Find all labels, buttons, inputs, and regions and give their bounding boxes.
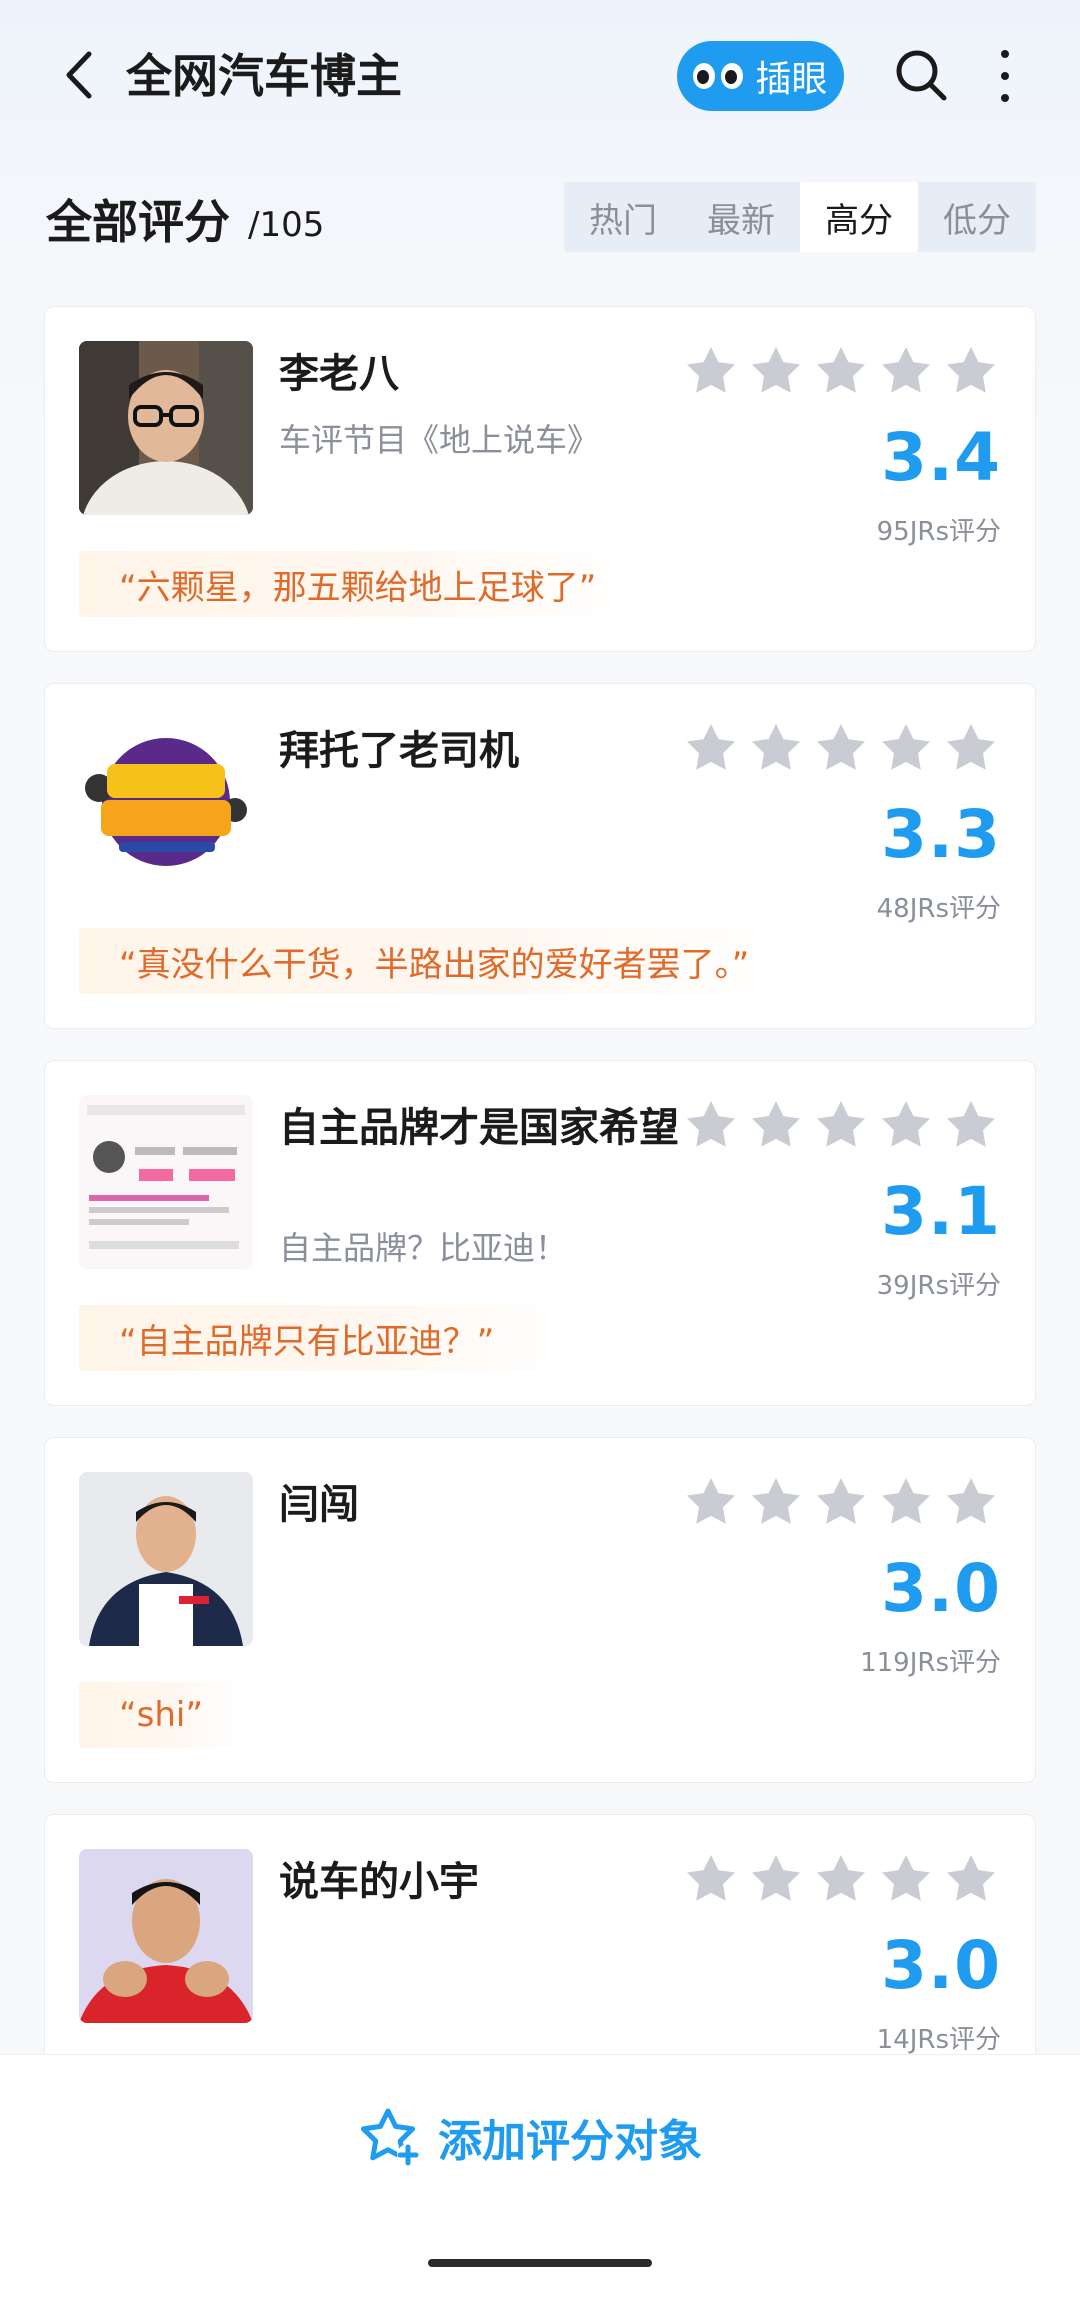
score: 3.4 bbox=[881, 419, 1001, 496]
star-icon bbox=[817, 1101, 865, 1147]
sort-tab-low[interactable]: 低分 bbox=[918, 182, 1036, 252]
star-icon bbox=[947, 724, 995, 770]
star-icon bbox=[882, 1855, 930, 1901]
peek-button[interactable]: 插眼 bbox=[677, 41, 844, 111]
peek-label: 插眼 bbox=[755, 59, 828, 100]
more-dot bbox=[1001, 50, 1009, 58]
blogger-desc: 自主品牌？比亚迪！ bbox=[279, 1229, 568, 1267]
sort-tabs: 热门 最新 高分 低分 bbox=[564, 182, 1036, 252]
star-icon bbox=[947, 1855, 995, 1901]
vote-count: 95JRs评分 bbox=[876, 517, 1001, 547]
star-rating[interactable] bbox=[685, 1099, 997, 1151]
blogger-name: 说车的小宇 bbox=[279, 1859, 479, 1905]
blogger-desc: 车评节目《地上说车》 bbox=[279, 421, 600, 459]
more-dot bbox=[1001, 72, 1009, 80]
vote-count: 14JRs评分 bbox=[876, 2025, 1001, 2055]
star-icon bbox=[947, 1101, 995, 1147]
score: 3.0 bbox=[881, 1927, 1001, 2004]
add-rating-target-button[interactable]: 添加评分对象 bbox=[358, 2105, 702, 2169]
blogger-name: 拜托了老司机 bbox=[279, 728, 519, 774]
home-indicator[interactable] bbox=[428, 2259, 652, 2267]
back-button[interactable] bbox=[48, 40, 108, 110]
star-icon bbox=[882, 347, 930, 393]
star-icon bbox=[882, 1478, 930, 1524]
star-icon bbox=[817, 347, 865, 393]
vote-count: 48JRs评分 bbox=[876, 894, 1001, 924]
chevron-left-icon bbox=[66, 51, 92, 99]
vote-count: 39JRs评分 bbox=[876, 1271, 1001, 1301]
star-icon bbox=[687, 1855, 735, 1901]
star-icon bbox=[882, 1101, 930, 1147]
star-icon bbox=[752, 1478, 800, 1524]
rating-card[interactable]: 李老八 车评节目《地上说车》 3.4 95JRs评分 “六颗星，那五颗给地上足球… bbox=[44, 306, 1036, 652]
rating-card[interactable]: 拜托了老司机 3.3 48JRs评分 “真没什么干货，半路出家的爱好者罢了。” bbox=[44, 683, 1036, 1029]
rating-card[interactable]: 自主品牌才是国家希望 自主品牌？比亚迪！ 3.1 39JRs评分 “自主品牌只有… bbox=[44, 1060, 1036, 1406]
add-rating-target-label: 添加评分对象 bbox=[438, 2116, 702, 2167]
star-icon bbox=[687, 1101, 735, 1147]
star-icon bbox=[687, 1478, 735, 1524]
star-rating[interactable] bbox=[685, 722, 997, 774]
search-icon bbox=[896, 50, 947, 101]
section-count: /105 bbox=[248, 205, 325, 245]
top-comment: “真没什么干货，半路出家的爱好者罢了。” bbox=[79, 928, 790, 994]
star-icon bbox=[817, 1478, 865, 1524]
star-icon bbox=[752, 1101, 800, 1147]
page-title: 全网汽车博主 bbox=[126, 49, 402, 103]
top-comment: “shi” bbox=[79, 1682, 243, 1748]
star-icon bbox=[752, 1855, 800, 1901]
vote-count: 119JRs评分 bbox=[860, 1648, 1001, 1678]
avatar bbox=[79, 341, 253, 515]
star-icon bbox=[947, 347, 995, 393]
avatar bbox=[79, 718, 253, 892]
blogger-name: 闫闯 bbox=[279, 1482, 359, 1528]
sort-tab-high[interactable]: 高分 bbox=[800, 182, 918, 252]
avatar bbox=[79, 1095, 253, 1269]
more-dot bbox=[1001, 94, 1009, 102]
star-icon bbox=[947, 1478, 995, 1524]
star-icon bbox=[687, 724, 735, 770]
top-comment: “六颗星，那五颗给地上足球了” bbox=[79, 551, 637, 617]
section-title: 全部评分 bbox=[46, 195, 230, 249]
avatar bbox=[79, 1849, 253, 2023]
sort-tab-hot[interactable]: 热门 bbox=[564, 182, 682, 252]
score: 3.1 bbox=[881, 1173, 1001, 1250]
app-header: 全网汽车博主 插眼 bbox=[0, 0, 1080, 150]
star-rating[interactable] bbox=[685, 1853, 997, 1905]
sort-tab-latest[interactable]: 最新 bbox=[682, 182, 800, 252]
rating-list: 李老八 车评节目《地上说车》 3.4 95JRs评分 “六颗星，那五颗给地上足球… bbox=[44, 306, 1036, 2191]
star-icon bbox=[817, 724, 865, 770]
star-plus-icon bbox=[360, 2108, 419, 2166]
star-rating[interactable] bbox=[685, 1476, 997, 1528]
star-rating[interactable] bbox=[685, 345, 997, 397]
top-comment: “自主品牌只有比亚迪？” bbox=[79, 1305, 579, 1371]
blogger-name: 自主品牌才是国家希望 bbox=[279, 1105, 679, 1151]
score: 3.0 bbox=[881, 1550, 1001, 1627]
score: 3.3 bbox=[881, 796, 1001, 873]
bottom-bar: 添加评分对象 bbox=[0, 2054, 1080, 2298]
avatar bbox=[79, 1472, 253, 1646]
blogger-name: 李老八 bbox=[279, 351, 399, 397]
star-icon bbox=[817, 1855, 865, 1901]
star-icon bbox=[687, 347, 735, 393]
rating-card[interactable]: 闫闯 3.0 119JRs评分 “shi” bbox=[44, 1437, 1036, 1783]
star-icon bbox=[752, 347, 800, 393]
search-button[interactable] bbox=[890, 44, 954, 108]
more-button[interactable] bbox=[985, 44, 1025, 108]
star-icon bbox=[752, 724, 800, 770]
eyes-icon bbox=[693, 63, 744, 89]
star-icon bbox=[882, 724, 930, 770]
